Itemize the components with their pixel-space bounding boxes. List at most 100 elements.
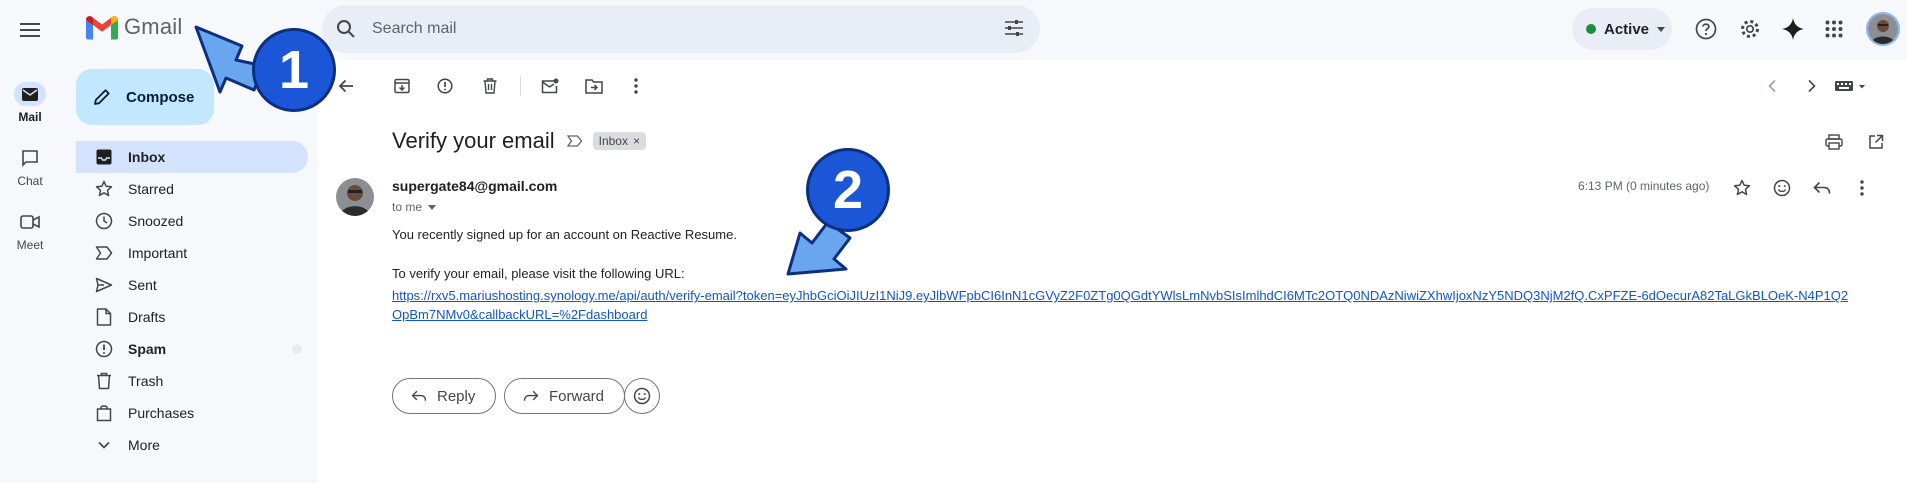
input-tools-button[interactable] <box>1830 74 1872 98</box>
chevron-right-icon <box>1808 79 1816 93</box>
filter-options-icon <box>1005 20 1023 36</box>
forward-label: Forward <box>549 387 605 405</box>
message-view: Verify your email Inbox × supergate84@gm… <box>318 60 1907 483</box>
sidebar-item-snoozed[interactable]: Snoozed <box>76 205 308 237</box>
annotation-marker-1: 1 <box>252 28 336 112</box>
sidebar-item-label: Sent <box>128 277 157 293</box>
clock-icon <box>94 211 114 231</box>
purchases-icon <box>94 403 114 423</box>
sidebar-item-more[interactable]: More <box>76 429 308 461</box>
sidebar-item-starred[interactable]: Starred <box>76 173 308 205</box>
gemini-button[interactable] <box>1781 17 1805 41</box>
sidebar-item-inbox[interactable]: Inbox <box>76 141 308 173</box>
important-icon <box>94 243 114 263</box>
reply-icon-button[interactable] <box>1810 176 1834 200</box>
draft-icon <box>94 307 114 327</box>
apps-button[interactable] <box>1822 17 1846 41</box>
compose-button[interactable]: Compose <box>76 69 214 125</box>
pencil-icon <box>94 89 110 105</box>
reply-label: Reply <box>437 387 476 405</box>
report-icon <box>437 78 453 94</box>
rail-label-chat: Chat <box>17 174 43 188</box>
sidebar-item-label: Starred <box>128 181 174 197</box>
sidebar-nav: Inbox Starred Snoozed Important Sent Dra… <box>76 141 308 461</box>
caret-down-icon <box>428 204 437 210</box>
report-spam-button[interactable] <box>433 74 457 98</box>
email-subject-row: Verify your email Inbox × <box>392 128 646 154</box>
chat-icon <box>14 146 46 170</box>
sidebar-item-purchases[interactable]: Purchases <box>76 397 308 429</box>
open-in-new-icon <box>1869 134 1884 149</box>
remove-label-button[interactable]: × <box>633 134 640 148</box>
trash-icon <box>94 371 114 391</box>
reaction-button[interactable] <box>624 378 660 414</box>
email-subject: Verify your email <box>392 128 555 153</box>
sidebar-item-label: Drafts <box>128 309 166 325</box>
sidebar-item-important[interactable]: Important <box>76 237 308 269</box>
forward-button[interactable]: Forward <box>504 378 626 414</box>
message-more-button[interactable] <box>1850 176 1874 200</box>
sidebar-item-trash[interactable]: Trash <box>76 365 308 397</box>
sender-email[interactable]: supergate84@gmail.com <box>392 178 557 194</box>
user-avatar-icon <box>1868 14 1898 44</box>
mail-icon <box>14 82 46 106</box>
settings-button[interactable] <box>1738 17 1762 41</box>
reply-icon <box>1813 181 1831 194</box>
gear-icon <box>1741 20 1759 38</box>
recipient-details-toggle[interactable]: to me <box>392 200 437 214</box>
reply-icon <box>411 390 427 401</box>
send-icon <box>94 275 114 295</box>
meet-icon <box>14 210 46 234</box>
sidebar-item-drafts[interactable]: Drafts <box>76 301 308 333</box>
status-label: Active <box>1604 20 1650 38</box>
sidebar-item-label: Snoozed <box>128 213 184 229</box>
back-button[interactable] <box>334 74 358 98</box>
app-rail: Mail Chat Meet <box>0 0 64 483</box>
help-button[interactable] <box>1694 17 1718 41</box>
sidebar-item-label: Spam <box>128 341 167 357</box>
delete-button[interactable] <box>478 74 502 98</box>
open-new-window-button[interactable] <box>1864 130 1888 154</box>
print-all-button[interactable] <box>1822 130 1846 154</box>
more-vert-icon <box>634 78 638 94</box>
keyboard-icon <box>1835 81 1865 91</box>
rail-item-mail[interactable]: Mail <box>0 82 60 124</box>
sidebar-item-label: Inbox <box>128 149 166 165</box>
rail-item-chat[interactable]: Chat <box>0 146 60 188</box>
status-button[interactable]: Active <box>1572 8 1672 50</box>
chevron-left-icon <box>1768 79 1776 93</box>
chevron-down-icon <box>94 435 114 455</box>
annotation-marker-2: 2 <box>806 148 890 232</box>
verify-email-link[interactable]: https://rxv5.mariushosting.synology.me/a… <box>392 286 1852 324</box>
inbox-icon <box>94 147 114 167</box>
rail-label-mail: Mail <box>18 110 42 124</box>
search-input[interactable] <box>372 20 972 38</box>
help-icon <box>1695 18 1717 40</box>
move-to-button[interactable] <box>582 74 606 98</box>
user-avatar-icon <box>336 178 374 216</box>
sender-avatar[interactable] <box>336 178 374 216</box>
more-actions-button[interactable] <box>624 74 648 98</box>
main-menu-button[interactable] <box>16 16 44 44</box>
newer-message-button[interactable] <box>1760 74 1784 98</box>
archive-button[interactable] <box>390 74 414 98</box>
star-icon <box>1733 179 1751 196</box>
more-vert-icon <box>1860 180 1864 196</box>
search-options-button[interactable] <box>1004 19 1024 37</box>
spam-icon <box>94 339 114 359</box>
reply-button[interactable]: Reply <box>392 378 497 414</box>
emoji-icon <box>1773 179 1791 197</box>
arrow-back-icon <box>338 79 353 93</box>
mark-unread-button[interactable] <box>538 74 562 98</box>
sidebar-item-sent[interactable]: Sent <box>76 269 308 301</box>
gmail-logo[interactable]: Gmail <box>86 14 182 40</box>
account-avatar[interactable] <box>1866 12 1900 46</box>
rail-item-meet[interactable]: Meet <box>0 210 60 252</box>
star-message-button[interactable] <box>1730 176 1754 200</box>
sparkle-icon <box>1782 18 1804 40</box>
important-marker-icon[interactable] <box>566 135 583 147</box>
add-reaction-button[interactable] <box>1770 176 1794 200</box>
sidebar-item-spam[interactable]: Spam <box>76 333 308 365</box>
toolbar-divider <box>520 76 521 96</box>
older-message-button[interactable] <box>1800 74 1824 98</box>
